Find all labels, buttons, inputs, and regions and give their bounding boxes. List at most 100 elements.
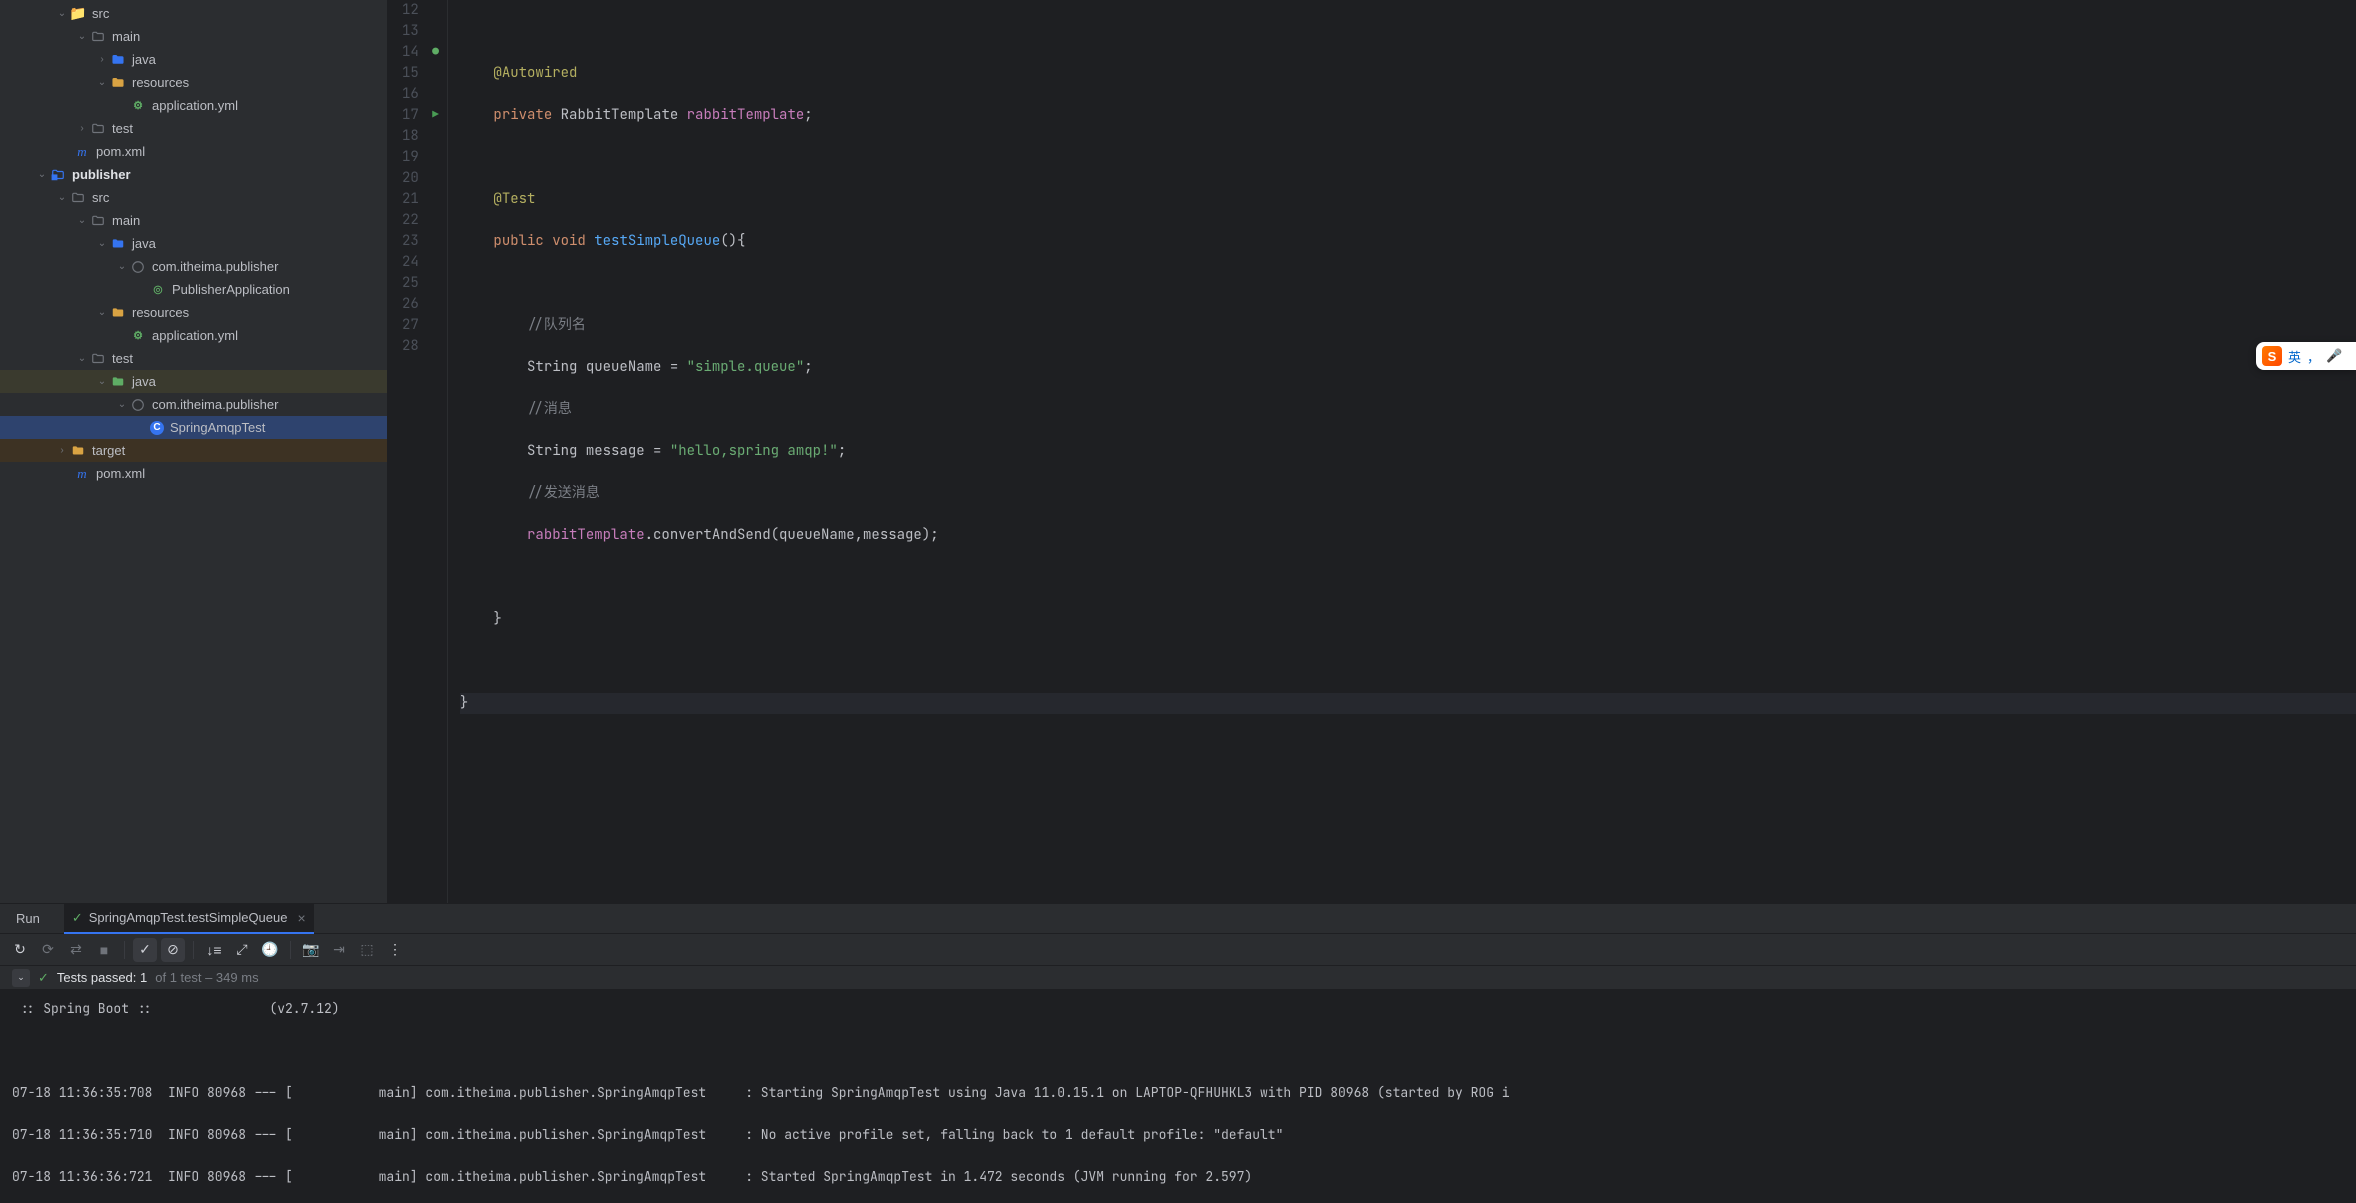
tree-folder-test2[interactable]: ⌄ test	[0, 347, 387, 370]
chevron-right-icon: ›	[94, 52, 110, 68]
tree-label: java	[132, 52, 156, 67]
toggle-autotest-button[interactable]: ⇄	[64, 938, 88, 962]
tree-label: java	[132, 236, 156, 251]
tree-label: publisher	[72, 167, 131, 182]
tree-class-publisherapp[interactable]: ⊚ PublisherApplication	[0, 278, 387, 301]
maven-icon: m	[74, 466, 90, 482]
rerun-failed-button[interactable]: ⟳	[36, 938, 60, 962]
tree-folder-java2[interactable]: ⌄ java	[0, 232, 387, 255]
tree-module-publisher[interactable]: ⌄ publisher	[0, 163, 387, 186]
tree-file-appyml[interactable]: ⚙ application.yml	[0, 94, 387, 117]
folder-icon	[90, 121, 106, 137]
tree-label: SpringAmqpTest	[170, 420, 265, 435]
ime-indicator[interactable]: S 英 ， 🎤	[2256, 342, 2356, 370]
project-tree[interactable]: ⌄ src ⌄ main › java ⌄ resources ⚙ applic…	[0, 0, 388, 903]
tree-class-springamqptest[interactable]: C SpringAmqpTest	[0, 416, 387, 439]
folder-icon	[70, 6, 86, 22]
export-button[interactable]: ⇥	[327, 938, 351, 962]
separator	[193, 941, 194, 959]
chevron-right-icon: ›	[54, 443, 70, 459]
screenshot-button[interactable]: ⬚	[355, 938, 379, 962]
sort-button[interactable]: ↓≡	[202, 938, 226, 962]
folder-icon	[90, 351, 106, 367]
tree-folder-java3[interactable]: ⌄ java	[0, 370, 387, 393]
chevron-right-icon: ›	[74, 121, 90, 137]
tree-label: src	[92, 190, 109, 205]
tree-file-pom[interactable]: m pom.xml	[0, 140, 387, 163]
console-output[interactable]: :: Spring Boot :: (v2.7.12) 07-18 11:36:…	[0, 990, 2356, 1203]
package-icon	[130, 397, 146, 413]
package-icon	[130, 259, 146, 275]
tree-label: main	[112, 213, 140, 228]
stop-button[interactable]: ■	[92, 938, 116, 962]
tree-folder-src[interactable]: ⌄ src	[0, 2, 387, 25]
run-toolbar: ↻ ⟳ ⇄ ■ ✓ ⊘ ↓≡ ⤢ 🕘 📷 ⇥ ⬚ ⋮	[0, 934, 2356, 966]
chevron-down-icon: ⌄	[54, 190, 70, 206]
tree-file-appyml2[interactable]: ⚙ application.yml	[0, 324, 387, 347]
yml-icon: ⚙	[130, 328, 146, 344]
close-icon[interactable]: ×	[297, 910, 305, 926]
rerun-button[interactable]: ↻	[8, 938, 32, 962]
tree-label: resources	[132, 75, 189, 90]
tree-package-test[interactable]: ⌄ com.itheima.publisher	[0, 393, 387, 416]
tree-folder-resources2[interactable]: ⌄ resources	[0, 301, 387, 324]
tree-folder-src2[interactable]: ⌄ src	[0, 186, 387, 209]
tree-folder-main2[interactable]: ⌄ main	[0, 209, 387, 232]
folder-java-icon	[110, 52, 126, 68]
mic-icon: 🎤	[2326, 348, 2342, 364]
tree-label: PublisherApplication	[172, 282, 290, 297]
class-icon: C	[150, 421, 164, 435]
module-icon	[50, 167, 66, 183]
import-button[interactable]: 📷	[299, 938, 323, 962]
folder-java-icon	[110, 236, 126, 252]
tree-folder-main[interactable]: ⌄ main	[0, 25, 387, 48]
tree-folder-test[interactable]: › test	[0, 117, 387, 140]
collapse-button[interactable]: ⌄	[12, 969, 30, 987]
chevron-down-icon: ⌄	[74, 351, 90, 367]
tree-label: src	[92, 6, 109, 21]
chevron-down-icon: ⌄	[34, 167, 50, 183]
tree-folder-resources[interactable]: ⌄ resources	[0, 71, 387, 94]
code-body[interactable]: @Autowired private RabbitTemplate rabbit…	[448, 0, 2356, 903]
run-panel-title[interactable]: Run	[16, 911, 40, 926]
tree-label: pom.xml	[96, 466, 145, 481]
ime-logo-icon: S	[2262, 346, 2282, 366]
code-editor[interactable]: 12 13 14● 15 16 17▶ 18 19 20 21 22 23 24…	[388, 0, 2356, 903]
check-icon: ✓	[38, 970, 49, 986]
chevron-down-icon: ⌄	[94, 305, 110, 321]
resources-icon	[110, 75, 126, 91]
tree-label: java	[132, 374, 156, 389]
tree-folder-target[interactable]: › target	[0, 439, 387, 462]
gutter-run-icon[interactable]: ▶	[423, 105, 439, 126]
chevron-down-icon: ⌄	[74, 213, 90, 229]
chevron-down-icon: ⌄	[54, 6, 70, 22]
show-passed-button[interactable]: ✓	[133, 938, 157, 962]
ime-lang: 英	[2288, 347, 2301, 366]
history-button[interactable]: 🕘	[258, 938, 282, 962]
separator	[124, 941, 125, 959]
tree-label: application.yml	[152, 328, 238, 343]
show-ignored-button[interactable]: ⊘	[161, 938, 185, 962]
ime-punct: ，	[2307, 347, 2320, 366]
folder-target-icon	[70, 443, 86, 459]
expand-button[interactable]: ⤢	[230, 938, 254, 962]
tree-label: resources	[132, 305, 189, 320]
yml-icon: ⚙	[130, 98, 146, 114]
tree-label: test	[112, 351, 133, 366]
tree-package-publisher[interactable]: ⌄ com.itheima.publisher	[0, 255, 387, 278]
tree-label: com.itheima.publisher	[152, 397, 278, 412]
run-tabs: Run ✓ SpringAmqpTest.testSimpleQueue ×	[0, 904, 2356, 934]
run-tab-label: SpringAmqpTest.testSimpleQueue	[89, 910, 288, 925]
test-status-bar: ⌄ ✓ Tests passed: 1 of 1 test – 349 ms	[0, 966, 2356, 990]
tree-folder-java[interactable]: › java	[0, 48, 387, 71]
tree-label: pom.xml	[96, 144, 145, 159]
run-tab-active[interactable]: ✓ SpringAmqpTest.testSimpleQueue ×	[64, 904, 314, 934]
tree-file-pom2[interactable]: m pom.xml	[0, 462, 387, 485]
resources-icon	[110, 305, 126, 321]
more-button[interactable]: ⋮	[383, 938, 407, 962]
tests-passed-count: Tests passed: 1	[57, 970, 147, 985]
test-pass-icon: ✓	[72, 910, 83, 926]
editor-gutter: 12 13 14● 15 16 17▶ 18 19 20 21 22 23 24…	[388, 0, 448, 903]
chevron-down-icon: ⌄	[94, 236, 110, 252]
tree-label: com.itheima.publisher	[152, 259, 278, 274]
